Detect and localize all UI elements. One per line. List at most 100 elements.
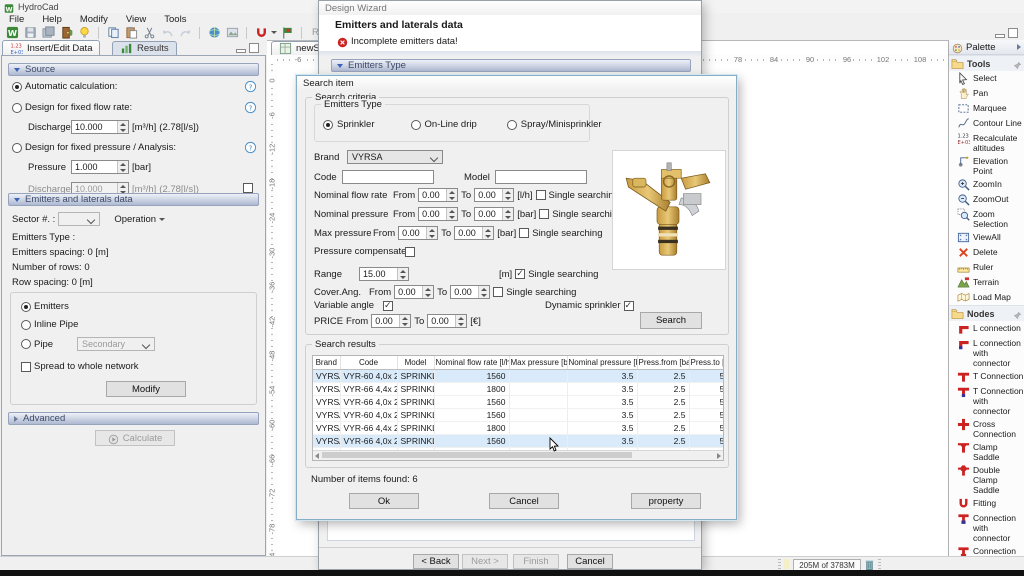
palette-item-double-clamp-saddle[interactable]: Double Clamp Saddle	[949, 463, 1024, 496]
result-row[interactable]: VYRSAVYR-66 4,4x 2,4 MSPRINKLER18003.52.…	[313, 382, 723, 396]
tab-results[interactable]: Results	[112, 41, 177, 55]
palette-item-terrain[interactable]: Terrain	[949, 275, 1024, 290]
range-spinner[interactable]: 15.00	[359, 267, 409, 281]
palette-item-connection-with-layflat[interactable]: Connection with layflat	[949, 544, 1024, 556]
price-from-spinner[interactable]: 0.00	[371, 314, 412, 328]
palette-item-load-map[interactable]: Load Map	[949, 290, 1024, 305]
result-row[interactable]: VYRSAVYR-60 4,0x 2,4 HSPRINKLER15603.52.…	[313, 408, 723, 422]
palette-item-cross-connection[interactable]: Cross Connection	[949, 417, 1024, 440]
wizard-title-bar[interactable]: Design Wizard	[319, 1, 701, 15]
price-to-spinner[interactable]: 0.00	[427, 314, 468, 328]
paste-icon[interactable]	[123, 26, 139, 40]
flag-terrain-icon[interactable]	[279, 26, 295, 40]
scroll-left-icon[interactable]	[315, 453, 319, 459]
model-input[interactable]	[495, 170, 587, 184]
cover-from-spinner[interactable]: 0.00	[394, 285, 435, 299]
mpress-from-spinner[interactable]: 0.00	[398, 226, 439, 240]
wizard-cancel-button[interactable]: Cancel	[567, 554, 613, 569]
palette-item-connection-with-connector[interactable]: Connection with connector	[949, 511, 1024, 544]
palette-item-select[interactable]: Select	[949, 71, 1024, 86]
code-input[interactable]	[342, 170, 434, 184]
palette-item-l-connection-with-connector[interactable]: L connection with connector	[949, 336, 1024, 369]
discharge-spinner[interactable]: 10.000	[71, 120, 129, 134]
cover-to-spinner[interactable]: 0.00	[450, 285, 491, 299]
minimize-view-button[interactable]	[995, 33, 1005, 38]
palette-item-viewall[interactable]: ViewAll	[949, 230, 1024, 245]
result-row[interactable]: VYRSAVYR-66 4,4x 2,4 HSPRINKLER18003.52.…	[313, 421, 723, 435]
wizard-emitters-type-header[interactable]: Emitters Type	[331, 59, 691, 72]
menu-tools[interactable]: Tools	[155, 14, 195, 25]
table-h-scrollbar[interactable]	[313, 450, 723, 460]
palette-item-t-connection-with-connector[interactable]: T Connection with connector	[949, 384, 1024, 417]
inline-pipe-radio[interactable]: Inline Pipe	[21, 319, 78, 330]
dynamic-sprinkler-checkbox[interactable]	[623, 300, 634, 311]
palette-item-contour-line[interactable]: Contour Line	[949, 116, 1024, 131]
palette-item-t-connection[interactable]: T Connection	[949, 369, 1024, 384]
search-button[interactable]: Search	[640, 312, 702, 329]
pipe-radio[interactable]: Pipe Secondary	[21, 337, 156, 351]
pipe-type-combo[interactable]: Secondary	[77, 337, 156, 351]
palette-item-ruler[interactable]: Ruler	[949, 260, 1024, 275]
emitters-section-header[interactable]: Emitters and laterals data	[8, 193, 259, 206]
palette-item-fitting[interactable]: Fitting	[949, 496, 1024, 511]
cover-single-checkbox[interactable]	[493, 287, 504, 297]
source-section-header[interactable]: Source	[8, 63, 259, 76]
palette-header[interactable]: Palette	[949, 40, 1024, 55]
mpress-single-checkbox[interactable]	[519, 228, 530, 238]
help-icon[interactable]: ?	[244, 101, 257, 114]
help-icon[interactable]: ?	[244, 80, 257, 93]
pin-icon[interactable]	[1013, 59, 1022, 69]
npress-to-spinner[interactable]: 0.00	[474, 207, 515, 221]
palette-item-zoom-selection[interactable]: Zoom Selection	[949, 207, 1024, 230]
brand-combo[interactable]: VYRSA	[347, 150, 443, 164]
back-button[interactable]: < Back	[413, 554, 459, 569]
save-all-icon[interactable]	[40, 26, 56, 40]
modify-button[interactable]: Modify	[106, 381, 186, 397]
menu-modify[interactable]: Modify	[71, 14, 117, 25]
palette-item-marquee[interactable]: Marquee	[949, 101, 1024, 116]
palette-folder-nodes[interactable]: Nodes	[949, 305, 1024, 321]
palette-item-zoomout[interactable]: ZoomOut	[949, 192, 1024, 207]
variable-angle-checkbox[interactable]	[383, 300, 393, 311]
search-online-drip-radio[interactable]	[410, 119, 421, 130]
mpress-to-spinner[interactable]: 0.00	[454, 226, 495, 240]
palette-item-clamp-saddle[interactable]: Clamp Saddle	[949, 440, 1024, 463]
palette-item-zoomin[interactable]: ZoomIn	[949, 177, 1024, 192]
sector-combo[interactable]	[58, 212, 101, 226]
tab-insert-edit-data[interactable]: 1.23E+03 Insert/Edit Data	[2, 40, 101, 55]
undo-icon[interactable]	[159, 26, 175, 40]
ok-button[interactable]: Ok	[349, 493, 419, 509]
search-dialog-title-bar[interactable]: Search item	[297, 76, 736, 90]
result-row[interactable]: VYRSAVYR-66 4,0x 2,4 HSPRINKLER15603.52.…	[313, 434, 723, 448]
flow-from-spinner[interactable]: 0.00	[418, 188, 459, 202]
spread-checkbox-row[interactable]: Spread to whole network	[21, 361, 139, 372]
npress-single-checkbox[interactable]	[539, 209, 550, 219]
connector-red-icon[interactable]	[253, 26, 269, 40]
flow-to-spinner[interactable]: 0.00	[474, 188, 515, 202]
pin-icon[interactable]	[1013, 309, 1022, 319]
analysis-checkbox[interactable]	[243, 183, 253, 193]
search-spray-radio[interactable]	[506, 119, 517, 130]
fixed-flow-radio[interactable]: Design for fixed flow rate:	[12, 102, 132, 113]
result-row[interactable]: VYRSAVYR-60 4,0x 2,4 MSPRINKLER15603.52.…	[313, 369, 723, 383]
copy-icon[interactable]	[105, 26, 121, 40]
palette-item-pan[interactable]: Pan	[949, 86, 1024, 101]
app-logo-icon[interactable]: W	[4, 26, 20, 40]
emitters-radio[interactable]: Emitters	[21, 301, 69, 312]
fixed-pressure-radio[interactable]: Design for fixed pressure / Analysis:	[12, 142, 176, 153]
palette-item-elevation-point[interactable]: Elevation Point	[949, 154, 1024, 177]
palette-item-recalculate-altitudes[interactable]: 1.23E+03 Recalculate altitudes	[949, 131, 1024, 154]
pane-maximize-button[interactable]	[249, 43, 259, 53]
menu-help[interactable]: Help	[33, 14, 71, 25]
web-globe-icon[interactable]	[206, 26, 222, 40]
scroll-right-icon[interactable]	[717, 453, 721, 459]
menu-view[interactable]: View	[117, 14, 155, 25]
property-button[interactable]: property	[631, 493, 701, 509]
palette-collapse-icon[interactable]	[1017, 44, 1021, 50]
menu-file[interactable]: File	[0, 14, 33, 25]
operation-dropdown-icon[interactable]	[159, 217, 166, 221]
exit-door-icon[interactable]	[58, 26, 74, 40]
pane-minimize-button[interactable]	[236, 49, 246, 53]
image-icon[interactable]	[224, 26, 240, 40]
pressure-spinner[interactable]: 1.000	[71, 160, 129, 174]
